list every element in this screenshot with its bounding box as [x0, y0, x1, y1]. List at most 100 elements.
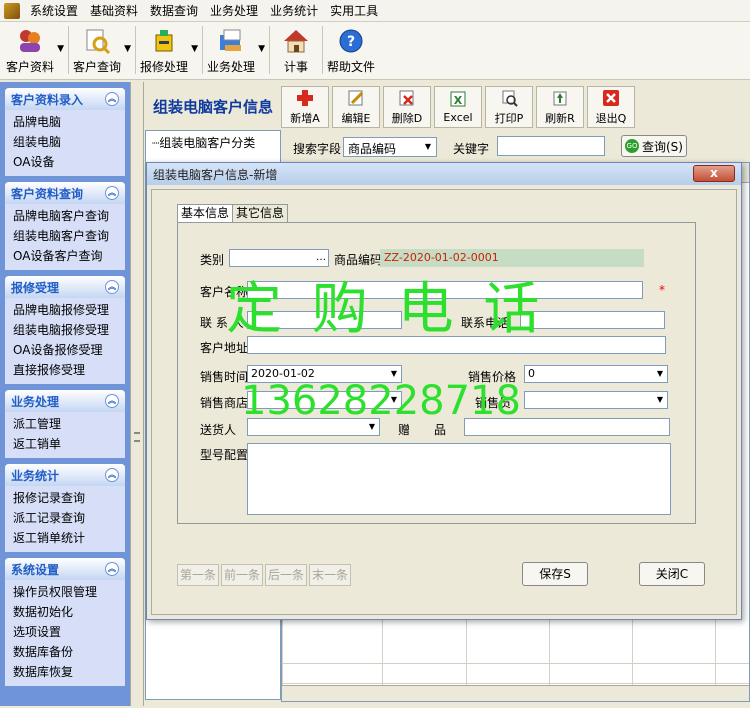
chevron-down-icon[interactable]: ▼: [653, 392, 667, 408]
menu-data-query[interactable]: 数据查询: [144, 0, 204, 22]
salesman-select[interactable]: ▼: [524, 391, 668, 409]
tree-node-label: 组装电脑客户分类: [159, 136, 256, 150]
gift-input[interactable]: [464, 418, 670, 436]
sidebar-item[interactable]: 派工管理: [5, 414, 125, 434]
chevron-down-icon[interactable]: ▼: [420, 138, 436, 156]
sidebar-item[interactable]: 品牌电脑: [5, 112, 125, 132]
sidebar-item[interactable]: 返工销单统计: [5, 528, 125, 548]
sidebar-group-header[interactable]: 业务处理 ︽: [5, 390, 125, 412]
sale-time-picker[interactable]: 2020-01-02 ▼: [247, 365, 402, 383]
sidebar-item[interactable]: 操作员权限管理: [5, 582, 125, 602]
next-record-button[interactable]: 后一条: [265, 564, 307, 586]
previous-record-button[interactable]: 前一条: [221, 564, 263, 586]
chevron-down-icon[interactable]: ▼: [365, 419, 379, 435]
sidebar-splitter[interactable]: [130, 82, 144, 706]
sidebar-item[interactable]: OA设备: [5, 152, 125, 172]
business-icon: [216, 26, 246, 56]
sidebar-group-header[interactable]: 报修受理 ︽: [5, 276, 125, 298]
contact-input[interactable]: [247, 311, 402, 329]
print-button[interactable]: 打印P: [485, 86, 533, 128]
sidebar-item[interactable]: 派工记录查询: [5, 508, 125, 528]
chevron-down-icon[interactable]: ▼: [387, 392, 401, 408]
config-textarea[interactable]: [247, 443, 671, 515]
sidebar-group-header[interactable]: 系统设置 ︽: [5, 558, 125, 580]
chevron-down-icon[interactable]: ▼: [57, 44, 64, 54]
query-button[interactable]: GO 查询(S): [621, 135, 687, 157]
sidebar-item[interactable]: 数据库恢复: [5, 662, 125, 682]
first-record-button[interactable]: 第一条: [177, 564, 219, 586]
sidebar-item[interactable]: 返工销单: [5, 434, 125, 454]
add-button[interactable]: 新增A: [281, 86, 329, 128]
group-title: 系统设置: [11, 562, 60, 577]
sidebar-item[interactable]: 品牌电脑客户查询: [5, 206, 125, 226]
sidebar-item[interactable]: OA设备客户查询: [5, 246, 125, 266]
collapse-icon[interactable]: ︽: [105, 562, 119, 576]
tab-other-info[interactable]: 其它信息: [232, 204, 289, 222]
delivery-select[interactable]: ▼: [247, 418, 380, 436]
address-input[interactable]: [247, 336, 666, 354]
chevron-down-icon[interactable]: ▼: [258, 44, 265, 54]
sidebar-item[interactable]: 组装电脑: [5, 132, 125, 152]
close-button[interactable]: 关闭C: [639, 562, 705, 586]
tab-basic-info[interactable]: 基本信息: [177, 204, 234, 222]
dialog-close-button[interactable]: x: [693, 165, 735, 182]
chevron-down-icon[interactable]: ▼: [191, 44, 198, 54]
horizontal-scrollbar[interactable]: [282, 685, 749, 701]
collapse-icon[interactable]: ︽: [105, 468, 119, 482]
toolbar-notes[interactable]: 计事: [276, 22, 316, 78]
chevron-down-icon[interactable]: ▼: [653, 366, 667, 382]
address-label: 客户地址: [200, 341, 249, 355]
price-input[interactable]: 0 ▼: [524, 365, 668, 383]
menu-business[interactable]: 业务处理: [204, 0, 264, 22]
sidebar-item[interactable]: 组装电脑客户查询: [5, 226, 125, 246]
toolbar-customer-query[interactable]: 客户查询 ▼: [73, 22, 131, 78]
grid-row-line: [282, 683, 749, 684]
sidebar-item[interactable]: 选项设置: [5, 622, 125, 642]
search-field-select[interactable]: 商品编码 ▼: [343, 137, 437, 157]
toolbar-help[interactable]: ? 帮助文件: [327, 22, 375, 78]
ellipsis-icon[interactable]: …: [314, 250, 328, 266]
last-record-button[interactable]: 末一条: [309, 564, 351, 586]
toolbar-separator: [322, 26, 323, 74]
menu-tools[interactable]: 实用工具: [324, 0, 384, 22]
menu-statistics[interactable]: 业务统计: [264, 0, 324, 22]
chevron-down-icon[interactable]: ▼: [124, 44, 131, 54]
keyword-input[interactable]: [497, 136, 605, 156]
delivery-label: 送货人: [200, 423, 237, 437]
sidebar-group-business: 业务处理 ︽ 派工管理 返工销单: [5, 390, 125, 458]
toolbar-business[interactable]: 业务处理 ▼: [207, 22, 265, 78]
sidebar-item[interactable]: 数据库备份: [5, 642, 125, 662]
sidebar-item[interactable]: 组装电脑报修受理: [5, 320, 125, 340]
save-button[interactable]: 保存S: [522, 562, 588, 586]
sidebar-item[interactable]: 数据初始化: [5, 602, 125, 622]
collapse-icon[interactable]: ︽: [105, 186, 119, 200]
sidebar-item[interactable]: OA设备报修受理: [5, 340, 125, 360]
sidebar-group-header[interactable]: 客户资料录入 ︽: [5, 88, 125, 110]
sidebar-item[interactable]: 直接报修受理: [5, 360, 125, 380]
customer-name-input[interactable]: [247, 281, 643, 299]
sidebar-group-header[interactable]: 业务统计 ︽: [5, 464, 125, 486]
edit-button[interactable]: 编辑E: [332, 86, 380, 128]
store-select[interactable]: ▼: [247, 391, 402, 409]
sidebar-item[interactable]: 报修记录查询: [5, 488, 125, 508]
delete-button[interactable]: 删除D: [383, 86, 431, 128]
splitter-grip-icon[interactable]: [134, 432, 140, 442]
refresh-button[interactable]: 刷新R: [536, 86, 584, 128]
excel-button[interactable]: X Excel: [434, 86, 482, 128]
collapse-icon[interactable]: ︽: [105, 280, 119, 294]
toolbar-customer-data[interactable]: 客户资料 ▼: [6, 22, 64, 78]
chevron-down-icon[interactable]: ▼: [387, 366, 401, 382]
sidebar-item[interactable]: 品牌电脑报修受理: [5, 300, 125, 320]
menu-system-settings[interactable]: 系统设置: [24, 0, 84, 22]
collapse-icon[interactable]: ︽: [105, 394, 119, 408]
menu-basic-data[interactable]: 基础资料: [84, 0, 144, 22]
toolbar-repair[interactable]: 报修处理 ▼: [140, 22, 198, 78]
exit-button[interactable]: 退出Q: [587, 86, 635, 128]
sidebar-group-header[interactable]: 客户资料查询 ︽: [5, 182, 125, 204]
tree-node[interactable]: ┈组装电脑客户分类: [152, 134, 255, 151]
collapse-icon[interactable]: ︽: [105, 92, 119, 106]
phone-input[interactable]: [520, 311, 665, 329]
customer-name-label: 客户名称: [200, 285, 249, 299]
help-icon: ?: [336, 26, 366, 56]
category-select[interactable]: …: [229, 249, 329, 267]
